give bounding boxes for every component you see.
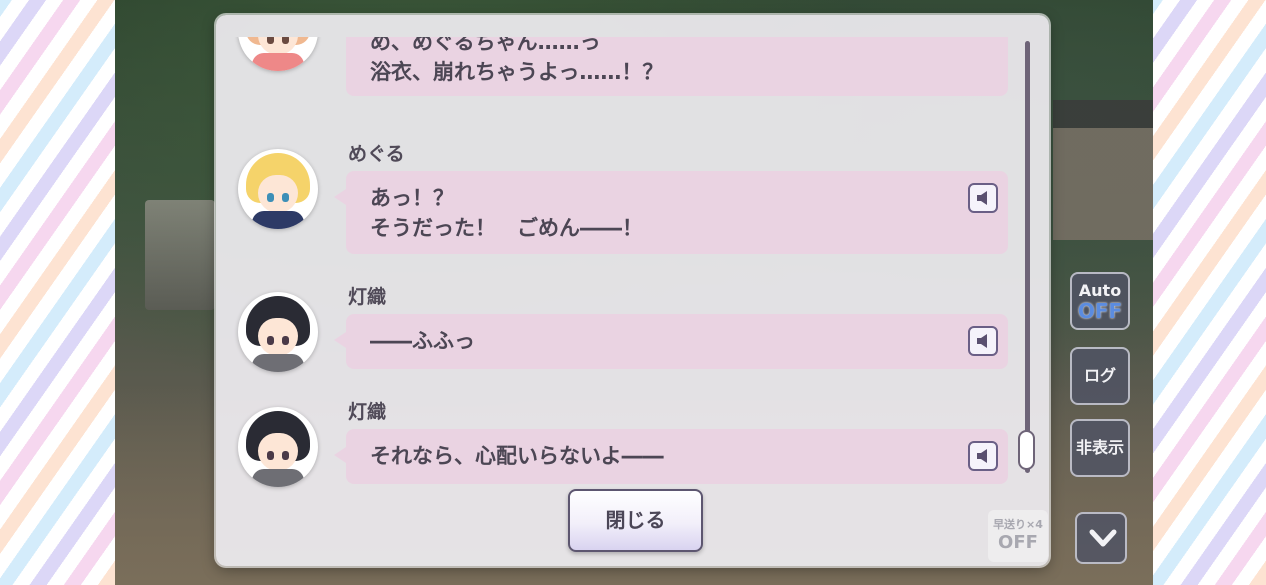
voice-play-button[interactable] [968, 441, 998, 471]
fast-forward-state: OFF [998, 532, 1038, 553]
dialogue-line: あっ！？ [370, 186, 454, 210]
fast-forward-toggle[interactable]: 早送り×4 OFF [988, 510, 1048, 562]
scrollbar-thumb[interactable] [1018, 430, 1035, 470]
dialogue-bubble: ――ふふっ [334, 314, 1008, 369]
auto-state: OFF [1077, 299, 1123, 323]
speaker-name: めぐる [348, 143, 405, 165]
scrollbar-track[interactable] [1025, 41, 1030, 473]
auto-label: Auto [1078, 281, 1122, 300]
voice-play-button[interactable] [968, 326, 998, 356]
character-avatar [238, 292, 318, 372]
voice-play-button[interactable] [968, 183, 998, 213]
dialogue-bubble: め、めぐるちゃん……っ 浴衣、崩れちゃうよっ……！？ [346, 37, 1008, 96]
dialogue-line: そうだった！ ごめん――！ [370, 216, 643, 240]
hide-ui-button[interactable]: 非表示 [1070, 419, 1130, 477]
log-scroll-area[interactable]: め、めぐるちゃん……っ 浴衣、崩れちゃうよっ……！？ めぐる あっ！？ そうだっ… [216, 37, 1026, 497]
stone-lantern [145, 200, 215, 310]
advance-button[interactable] [1075, 512, 1127, 564]
dialogue-line: それなら、心配いらないよ―― [370, 444, 664, 468]
close-button[interactable]: 閉じる [568, 489, 703, 552]
dialogue-line: ――ふふっ [370, 329, 475, 353]
dialogue-log-panel: め、めぐるちゃん……っ 浴衣、崩れちゃうよっ……！？ めぐる あっ！？ そうだっ… [216, 15, 1049, 566]
shrine-building [1053, 100, 1153, 240]
dialogue-line: 浴衣、崩れちゃうよっ……！？ [370, 60, 664, 84]
character-avatar [238, 37, 318, 71]
speaker-name: 灯織 [348, 286, 387, 308]
auto-toggle-button[interactable]: Auto OFF [1070, 272, 1130, 330]
dialogue-bubble: それなら、心配いらないよ―― [334, 429, 1008, 484]
speaker-name: 灯織 [348, 401, 387, 423]
log-button[interactable]: ログ [1070, 347, 1130, 405]
fast-forward-label: 早送り×4 [993, 518, 1043, 531]
striped-border-left [0, 0, 115, 585]
dialogue-bubble: あっ！？ そうだった！ ごめん――！ [334, 171, 1008, 254]
chevron-down-icon [1089, 529, 1117, 547]
character-avatar [238, 407, 318, 487]
striped-border-right [1153, 0, 1266, 585]
character-avatar [238, 149, 318, 229]
dialogue-line: め、めぐるちゃん……っ [370, 37, 601, 54]
